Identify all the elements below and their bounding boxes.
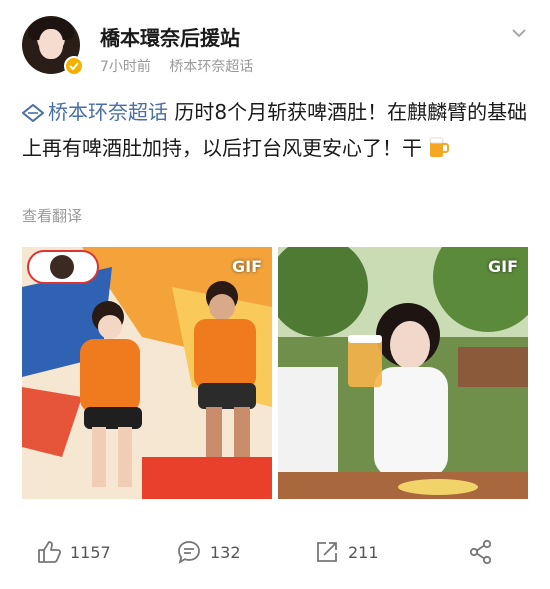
topic-icon xyxy=(22,104,44,122)
topic-link[interactable]: 桥本环奈超话 xyxy=(22,100,168,124)
like-button[interactable]: 1157 xyxy=(36,538,111,566)
verified-badge-icon xyxy=(64,56,84,76)
author-name[interactable]: 橋本環奈后援站 xyxy=(100,22,240,51)
gif-badge: GIF xyxy=(487,257,518,276)
gif-badge: GIF xyxy=(231,257,262,276)
post-time: 7小时前 xyxy=(100,59,151,75)
studio-scene xyxy=(22,247,272,499)
share-icon xyxy=(469,539,492,565)
chevron-down-icon[interactable] xyxy=(510,24,528,42)
like-icon xyxy=(38,541,62,563)
media-gif-right[interactable]: GIF xyxy=(278,247,528,499)
topic-label: 桥本环奈超话 xyxy=(48,100,168,124)
media-gif-left[interactable]: GIF xyxy=(22,247,272,499)
post-source[interactable]: 桥本环奈超话 xyxy=(169,59,253,75)
action-bar: 1157 132 211 xyxy=(0,522,550,582)
repost-count: 211 xyxy=(348,542,379,562)
beer-garden-scene xyxy=(278,247,528,499)
comment-count: 132 xyxy=(210,542,241,562)
comment-button[interactable]: 132 xyxy=(176,538,241,566)
post-body: 桥本环奈超话 历时8个月斩获啤酒肚！在麒麟臂的基础上再有啤酒肚加持，以后打台风更… xyxy=(22,94,528,166)
comment-icon xyxy=(178,541,200,564)
like-count: 1157 xyxy=(70,542,111,562)
share-button[interactable] xyxy=(468,538,502,566)
post-header: 橋本環奈后援站 7小时前 桥本环奈超话 xyxy=(0,0,550,84)
repost-icon xyxy=(317,542,337,562)
translate-link[interactable]: 查看翻译 xyxy=(22,205,82,226)
post-meta: 7小时前 桥本环奈超话 xyxy=(100,56,253,76)
avatar-face xyxy=(39,29,63,59)
repost-button[interactable]: 211 xyxy=(314,538,379,566)
beer-icon xyxy=(429,137,450,157)
